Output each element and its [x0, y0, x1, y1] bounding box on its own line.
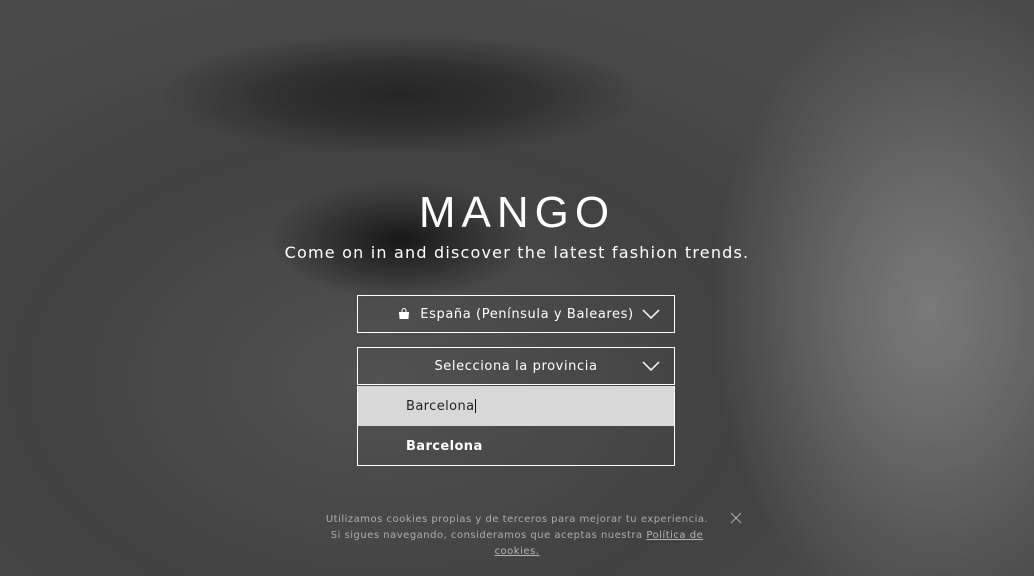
country-select[interactable]: España (Península y Baleares) [357, 295, 675, 333]
brand-logo[interactable]: MANGO [0, 188, 1034, 238]
province-search-value: Barcelona [406, 398, 475, 414]
country-select-value: España (Península y Baleares) [420, 306, 634, 322]
province-search-input[interactable]: Barcelona [358, 386, 674, 426]
province-select[interactable]: Selecciona la provincia [357, 347, 675, 385]
chevron-down-icon [642, 309, 660, 320]
province-option[interactable]: Barcelona [358, 426, 674, 466]
province-select-placeholder: Selecciona la provincia [434, 358, 598, 374]
cookie-text-line2: Si sigues navegando, consideramos que ac… [330, 530, 643, 541]
province-dropdown: Barcelona Barcelona [357, 386, 675, 466]
cookie-text-line1: Utilizamos cookies propias y de terceros… [325, 514, 709, 525]
close-icon[interactable] [730, 512, 742, 524]
shopping-bag-icon [399, 308, 410, 319]
text-cursor [475, 399, 477, 413]
cookie-banner: Utilizamos cookies propias y de terceros… [320, 512, 714, 560]
chevron-down-icon [642, 361, 660, 372]
hero-tagline: Come on in and discover the latest fashi… [284, 243, 750, 262]
background-overlay [0, 0, 1034, 576]
